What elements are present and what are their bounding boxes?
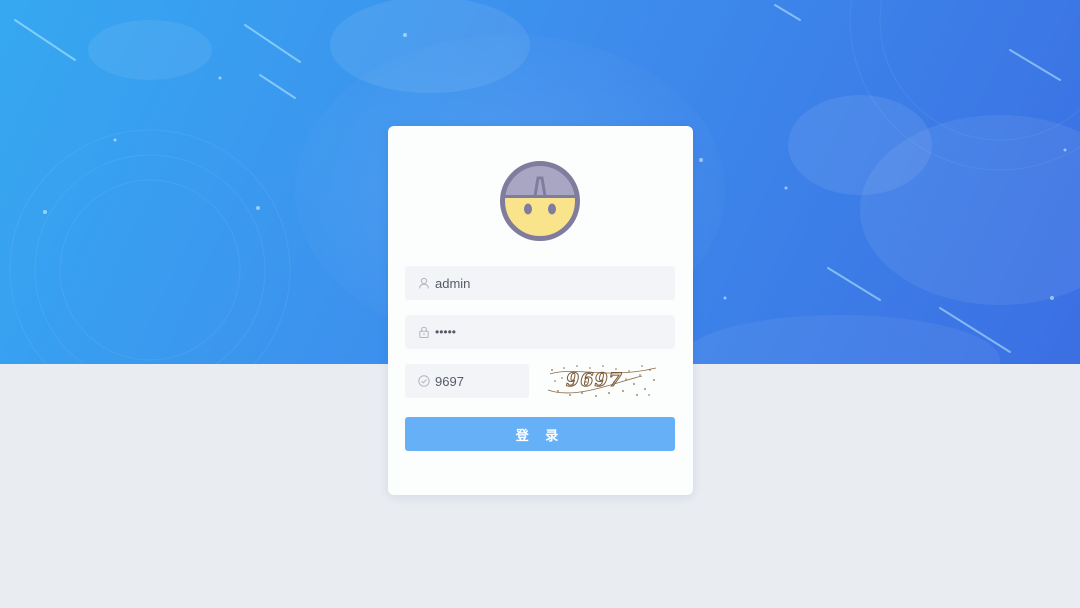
password-field [405, 315, 675, 349]
username-field [405, 266, 675, 300]
login-card: 9697 登 录 [388, 126, 693, 495]
captcha-image[interactable]: 9697 [546, 362, 660, 400]
lock-icon [418, 326, 430, 338]
password-input[interactable] [435, 315, 645, 349]
check-circle-icon [418, 375, 430, 387]
username-input[interactable] [435, 266, 645, 300]
captcha-field [405, 364, 529, 398]
login-button[interactable]: 登 录 [405, 417, 675, 451]
user-icon [418, 277, 430, 289]
captcha-image-text: 9697 [566, 369, 623, 391]
avatar-icon [500, 161, 580, 241]
captcha-input[interactable] [435, 364, 525, 398]
